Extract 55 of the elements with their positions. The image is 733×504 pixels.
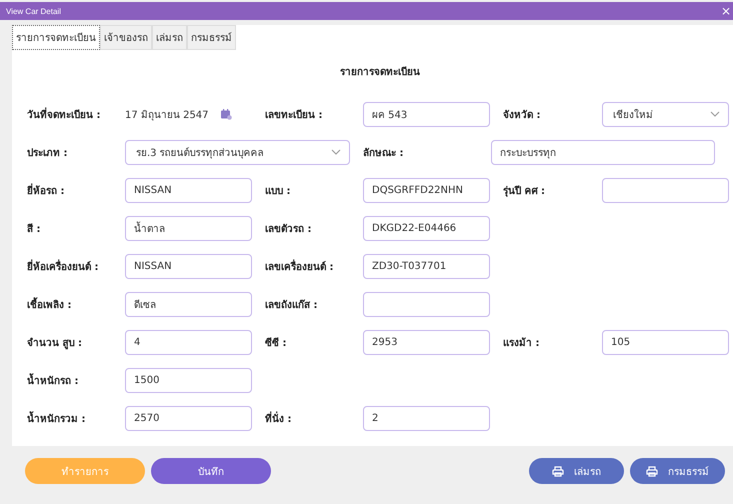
field-label: สี :: [27, 222, 42, 236]
field-label: ลักษณะ :: [363, 146, 404, 160]
tab[interactable]: กรมธรรม์: [187, 25, 236, 50]
tab[interactable]: เล่มรถ: [152, 25, 187, 50]
printer-icon: [646, 466, 658, 476]
printer-icon: [552, 466, 564, 476]
window-title: View Car Detail: [6, 6, 61, 16]
field-label: เลขทะเบียน :: [265, 108, 324, 122]
field-label: ยี่ห้อเครื่องยนต์ :: [27, 258, 100, 274]
input-field[interactable]: 2570: [125, 406, 252, 430]
input-field[interactable]: 105: [602, 330, 729, 354]
input-field[interactable]: [602, 178, 729, 202]
field-label: แรงม้า :: [503, 336, 540, 350]
field-label: วันที่จดทะเบียน :: [27, 106, 102, 122]
input-field[interactable]: 1500: [125, 368, 252, 392]
calendar-icon[interactable]: [220, 108, 232, 120]
section-title: รายการจดทะเบียน: [340, 65, 420, 79]
field-label: ซีซี :: [265, 336, 288, 350]
field-label: รุ่นปี คศ :: [503, 184, 546, 198]
input-field[interactable]: NISSAN: [125, 254, 252, 278]
chevron-down-icon: [331, 149, 341, 155]
input-field[interactable]: น้ำตาล: [125, 216, 252, 240]
field-label: แบบ :: [265, 184, 292, 198]
input-field[interactable]: 4: [125, 330, 252, 354]
close-button[interactable]: ×: [720, 4, 731, 18]
input-field[interactable]: NISSAN: [125, 178, 252, 202]
field-label: ประเภท :: [27, 146, 68, 160]
field-label: เลขถังแก๊ส :: [265, 298, 318, 312]
tab[interactable]: เจ้าของรถ: [100, 25, 152, 50]
input-field[interactable]: [363, 292, 490, 316]
input-field[interactable]: กระบะบรรทุก: [491, 140, 715, 164]
field-label: เชื้อเพลิง :: [27, 296, 125, 312]
tab[interactable]: รายการจดทะเบียน: [12, 25, 100, 50]
input-field[interactable]: ZD30-T037701: [363, 254, 490, 278]
field-label: จังหวัด :: [503, 108, 542, 122]
field-label: เลขเครื่องยนต์ :: [265, 258, 334, 274]
input-field[interactable]: DKGD22-E04466: [363, 216, 490, 240]
field-label: น้ำหนักรวม :: [27, 410, 125, 426]
input-field[interactable]: 2: [363, 406, 490, 430]
field-label: น้ำหนักรถ :: [27, 372, 125, 388]
field-label: จำนวน สูบ :: [27, 336, 83, 350]
print-button[interactable]: เล่มรถ: [529, 458, 624, 484]
chevron-down-icon: [710, 111, 720, 117]
print-button[interactable]: กรมธรรม์: [630, 458, 725, 484]
input-field[interactable]: ดีเซล: [125, 292, 252, 316]
field-label: ยี่ห้อรถ :: [27, 182, 66, 198]
field-label: เลขตัวรถ :: [265, 222, 312, 236]
input-field[interactable]: 2953: [363, 330, 490, 354]
input-field[interactable]: ผค 543: [363, 102, 490, 126]
select-field[interactable]: รย.3 รถยนต์บรรทุกส่วนบุคคล: [125, 140, 350, 164]
select-field[interactable]: เชียงใหม่: [602, 102, 729, 126]
input-field[interactable]: DQSGRFFD22NHN: [363, 178, 490, 202]
save-button[interactable]: บันทึก: [151, 458, 271, 484]
field-label: ที่นั่ง :: [265, 410, 292, 426]
date-value: 17 มิถุนายน 2547: [125, 108, 209, 122]
